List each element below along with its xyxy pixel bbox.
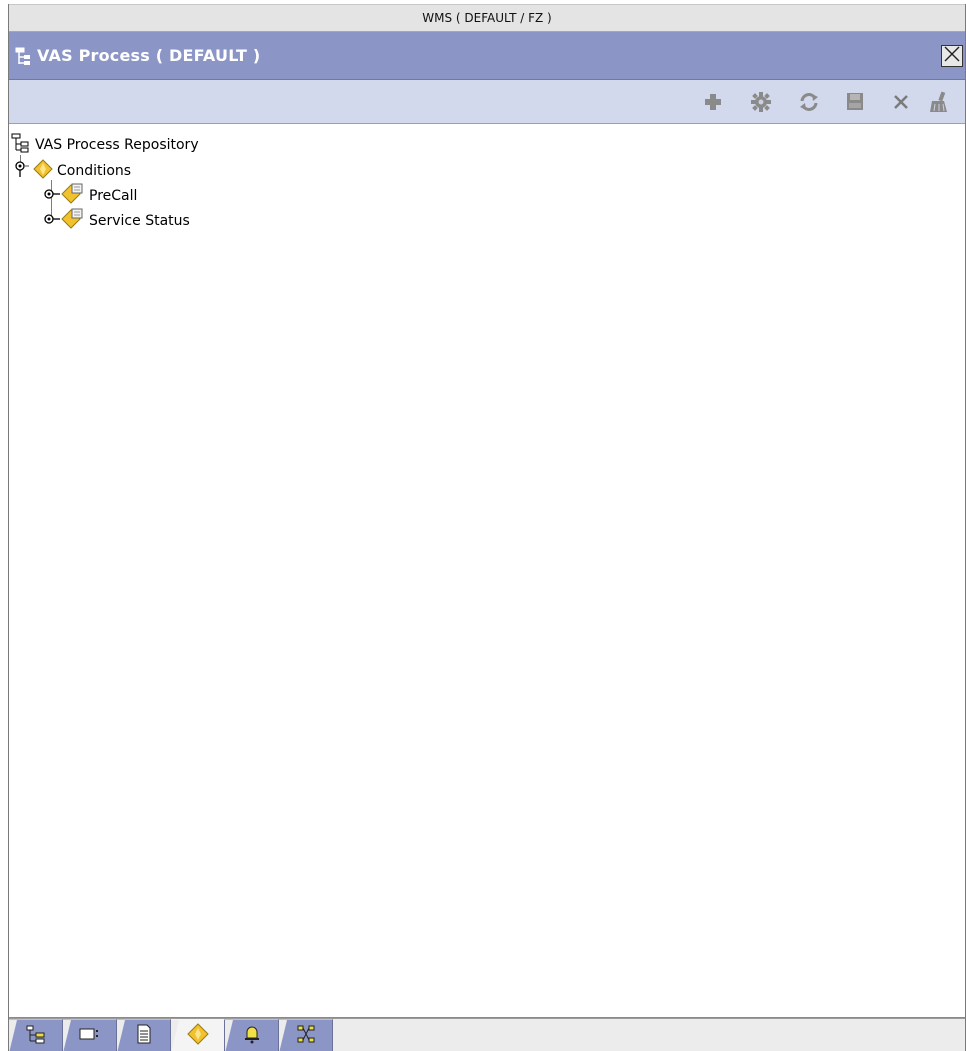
condition-icon [61,208,85,234]
tab-tree-view[interactable] [9,1019,63,1051]
add-button[interactable] [701,92,725,116]
tree-item-label: Service Status [89,213,190,229]
expand-toggle-icon[interactable] [43,210,61,232]
save-button[interactable] [843,92,867,116]
tree-root[interactable]: VAS Process Repository [11,133,199,157]
panel-header: VAS Process ( DEFAULT ) [9,32,965,80]
window-title: WMS ( DEFAULT / FZ ) [422,11,552,25]
cleanup-button[interactable] [927,91,951,117]
gear-icon [750,91,772,117]
tab-alerts-view[interactable] [225,1019,279,1051]
tree-group-label: Conditions [57,163,132,179]
app-window: WMS ( DEFAULT / FZ ) VAS Process ( DEFAU… [8,4,966,1051]
bottom-tab-bar [9,1018,965,1051]
close-button[interactable] [941,45,963,67]
plus-icon [703,92,723,116]
condition-icon [61,183,85,209]
tree-item-label: PreCall [89,188,138,204]
tab-form-view[interactable] [63,1019,117,1051]
form-icon [79,1026,101,1046]
bell-icon [242,1024,262,1048]
broom-icon [928,91,950,117]
tab-document-view[interactable] [117,1019,171,1051]
save-icon [844,91,866,117]
network-icon [296,1024,316,1048]
x-icon [891,92,911,116]
tree-item-service-status[interactable]: Service Status [43,208,190,234]
expand-toggle-icon[interactable] [11,160,29,182]
diamond-icon [186,1023,209,1049]
tab-conditions-view[interactable] [171,1019,225,1051]
delete-button[interactable] [889,92,913,116]
app-titlebar: WMS ( DEFAULT / FZ ) [9,4,965,32]
tab-network-view[interactable] [279,1019,333,1051]
details-button[interactable] [749,92,773,116]
hierarchy-icon [11,133,31,157]
process-tree: VAS Process Repository Conditions PreCal… [9,125,965,1018]
refresh-button[interactable] [797,92,821,116]
toolbar [9,80,965,124]
tree-item-precall[interactable]: PreCall [43,183,138,209]
panel-title: VAS Process ( DEFAULT ) [37,46,261,65]
tree-icon [25,1024,47,1048]
close-icon [943,45,961,67]
hierarchy-icon [15,47,31,67]
document-icon [136,1024,152,1048]
diamond-icon [33,159,53,183]
tree-group-conditions[interactable]: Conditions [11,159,131,183]
tree-root-label: VAS Process Repository [35,137,199,153]
expand-toggle-icon[interactable] [43,185,61,207]
refresh-icon [798,91,820,117]
